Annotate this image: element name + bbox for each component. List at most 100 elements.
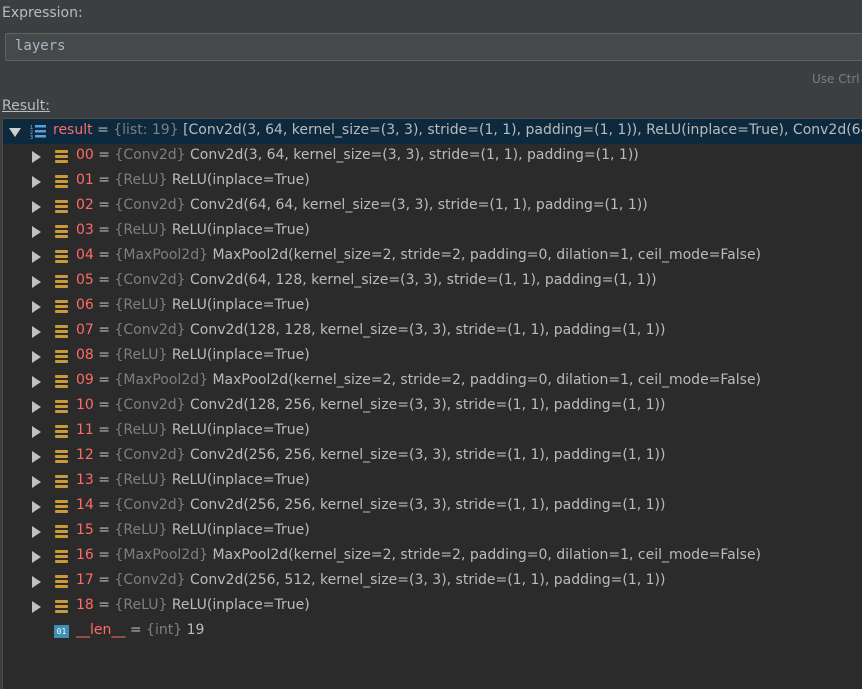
tree-item-row[interactable]: 00 = {Conv2d} Conv2d(3, 64, kernel_size=… bbox=[3, 144, 862, 169]
expression-input[interactable]: layers bbox=[5, 33, 862, 61]
tree-item-row[interactable]: 13 = {ReLU} ReLU(inplace=True) bbox=[3, 469, 862, 494]
field-icon bbox=[55, 575, 68, 589]
field-icon bbox=[55, 525, 68, 539]
result-label: Result: bbox=[2, 98, 50, 114]
item-eq: = bbox=[98, 197, 111, 213]
expand-arrow-icon[interactable] bbox=[32, 351, 41, 363]
expand-arrow-icon[interactable] bbox=[32, 326, 41, 338]
item-type: {MaxPool2d} bbox=[114, 372, 208, 388]
item-type: {Conv2d} bbox=[114, 497, 186, 513]
expand-arrow-icon[interactable] bbox=[32, 376, 41, 388]
item-index: 18 bbox=[76, 597, 94, 613]
item-index: 06 bbox=[76, 297, 94, 313]
item-value: Conv2d(128, 128, kernel_size=(3, 3), str… bbox=[190, 322, 666, 338]
item-index: 07 bbox=[76, 322, 94, 338]
item-eq: = bbox=[98, 397, 111, 413]
tree-item-row[interactable]: 15 = {ReLU} ReLU(inplace=True) bbox=[3, 519, 862, 544]
expand-arrow-icon[interactable] bbox=[32, 276, 41, 288]
tree-item-row[interactable]: 11 = {ReLU} ReLU(inplace=True) bbox=[3, 419, 862, 444]
tree-item-row[interactable]: 04 = {MaxPool2d} MaxPool2d(kernel_size=2… bbox=[3, 244, 862, 269]
len-row[interactable]: 01 __len__ = {int} 19 bbox=[3, 619, 862, 644]
item-type: {Conv2d} bbox=[114, 447, 186, 463]
tree-item-row[interactable]: 01 = {ReLU} ReLU(inplace=True) bbox=[3, 169, 862, 194]
field-icon bbox=[55, 200, 68, 214]
item-index: 11 bbox=[76, 422, 94, 438]
expand-arrow-icon[interactable] bbox=[32, 301, 41, 313]
expand-arrow-icon[interactable] bbox=[32, 526, 41, 538]
tree-item-row[interactable]: 17 = {Conv2d} Conv2d(256, 512, kernel_si… bbox=[3, 569, 862, 594]
item-index: 17 bbox=[76, 572, 94, 588]
expand-arrow-icon[interactable] bbox=[32, 551, 41, 563]
tree-item-row[interactable]: 06 = {ReLU} ReLU(inplace=True) bbox=[3, 294, 862, 319]
expand-arrow-icon[interactable] bbox=[32, 501, 41, 513]
field-icon bbox=[55, 275, 68, 289]
expand-arrow-icon[interactable] bbox=[32, 576, 41, 588]
expand-arrow-icon[interactable] bbox=[32, 226, 41, 238]
item-eq: = bbox=[98, 547, 111, 563]
item-index: 09 bbox=[76, 372, 94, 388]
expression-input-text[interactable]: layers bbox=[15, 38, 66, 54]
item-eq: = bbox=[98, 472, 111, 488]
field-icon bbox=[55, 225, 68, 239]
tree-item-row[interactable]: 12 = {Conv2d} Conv2d(256, 256, kernel_si… bbox=[3, 444, 862, 469]
expand-arrow-icon[interactable] bbox=[32, 176, 41, 188]
expand-arrow-icon[interactable] bbox=[32, 401, 41, 413]
item-eq: = bbox=[98, 147, 111, 163]
field-icon bbox=[55, 250, 68, 264]
item-index: 00 bbox=[76, 147, 94, 163]
item-type: {Conv2d} bbox=[114, 197, 186, 213]
tree-item-row[interactable]: 02 = {Conv2d} Conv2d(64, 64, kernel_size… bbox=[3, 194, 862, 219]
int-icon: 01 bbox=[54, 625, 69, 638]
result-tree[interactable]: 1 2 3 result = {list: 19} [Conv2d(3, 64,… bbox=[2, 118, 862, 689]
tree-item-row[interactable]: 18 = {ReLU} ReLU(inplace=True) bbox=[3, 594, 862, 619]
item-index: 12 bbox=[76, 447, 94, 463]
item-type: {ReLU} bbox=[114, 422, 168, 438]
item-value: ReLU(inplace=True) bbox=[171, 472, 310, 488]
item-eq: = bbox=[98, 347, 111, 363]
item-value: ReLU(inplace=True) bbox=[171, 522, 310, 538]
item-value: MaxPool2d(kernel_size=2, stride=2, paddi… bbox=[212, 372, 762, 388]
root-name: result bbox=[53, 122, 93, 138]
item-eq: = bbox=[98, 222, 111, 238]
tree-item-row[interactable]: 03 = {ReLU} ReLU(inplace=True) bbox=[3, 219, 862, 244]
item-type: {ReLU} bbox=[114, 597, 168, 613]
expand-arrow-icon[interactable] bbox=[32, 451, 41, 463]
expand-arrow-icon[interactable] bbox=[32, 601, 41, 613]
item-index: 02 bbox=[76, 197, 94, 213]
expand-arrow-icon[interactable] bbox=[32, 201, 41, 213]
collapse-arrow-icon[interactable] bbox=[9, 128, 21, 137]
item-index: 15 bbox=[76, 522, 94, 538]
field-icon bbox=[55, 500, 68, 514]
tree-item-row[interactable]: 09 = {MaxPool2d} MaxPool2d(kernel_size=2… bbox=[3, 369, 862, 394]
item-eq: = bbox=[98, 447, 111, 463]
root-type: {list: 19} bbox=[113, 122, 179, 138]
field-icon bbox=[55, 550, 68, 564]
tree-root-row[interactable]: 1 2 3 result = {list: 19} [Conv2d(3, 64,… bbox=[3, 119, 862, 144]
item-value: ReLU(inplace=True) bbox=[171, 347, 310, 363]
tree-item-row[interactable]: 10 = {Conv2d} Conv2d(128, 256, kernel_si… bbox=[3, 394, 862, 419]
item-index: 05 bbox=[76, 272, 94, 288]
tree-item-row[interactable]: 08 = {ReLU} ReLU(inplace=True) bbox=[3, 344, 862, 369]
item-eq: = bbox=[98, 422, 111, 438]
tree-item-row[interactable]: 14 = {Conv2d} Conv2d(256, 256, kernel_si… bbox=[3, 494, 862, 519]
item-type: {MaxPool2d} bbox=[114, 547, 208, 563]
item-index: 08 bbox=[76, 347, 94, 363]
expand-arrow-icon[interactable] bbox=[32, 426, 41, 438]
tree-item-row[interactable]: 05 = {Conv2d} Conv2d(64, 128, kernel_siz… bbox=[3, 269, 862, 294]
len-value: 19 bbox=[186, 622, 205, 638]
hint-text: Use Ctrl bbox=[812, 72, 860, 86]
root-eq: = bbox=[97, 122, 109, 138]
expand-arrow-icon[interactable] bbox=[32, 151, 41, 163]
item-type: {ReLU} bbox=[114, 347, 168, 363]
item-value: ReLU(inplace=True) bbox=[171, 422, 310, 438]
item-eq: = bbox=[98, 597, 111, 613]
item-eq: = bbox=[98, 522, 111, 538]
expand-arrow-icon[interactable] bbox=[32, 251, 41, 263]
tree-item-row[interactable]: 07 = {Conv2d} Conv2d(128, 128, kernel_si… bbox=[3, 319, 862, 344]
tree-item-row[interactable]: 16 = {MaxPool2d} MaxPool2d(kernel_size=2… bbox=[3, 544, 862, 569]
item-index: 14 bbox=[76, 497, 94, 513]
item-type: {ReLU} bbox=[114, 172, 168, 188]
expand-arrow-icon[interactable] bbox=[32, 476, 41, 488]
item-value: ReLU(inplace=True) bbox=[171, 597, 310, 613]
svg-text:3: 3 bbox=[30, 135, 33, 139]
